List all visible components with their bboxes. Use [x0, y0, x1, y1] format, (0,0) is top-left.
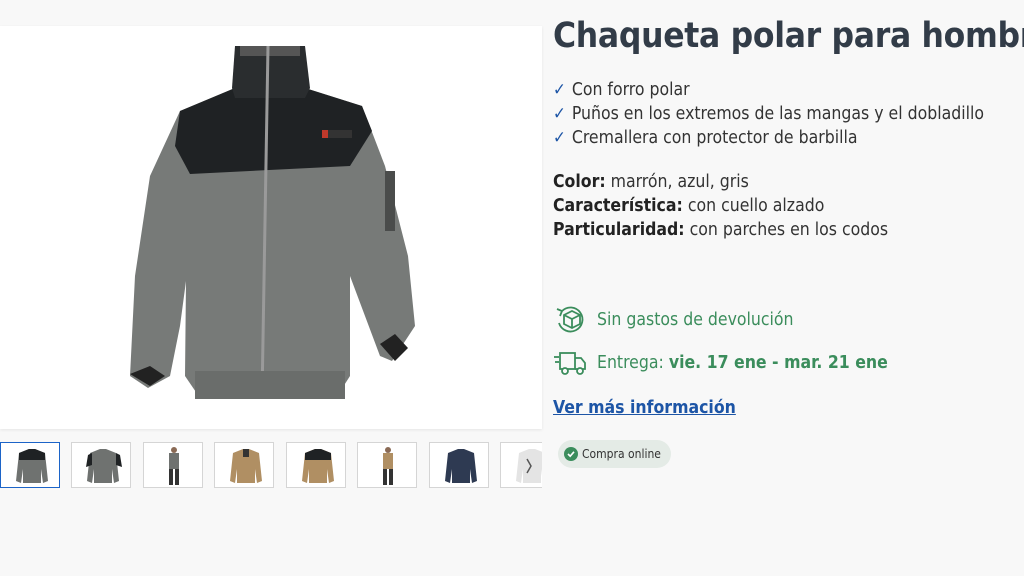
feature-item: ✓ Puños en los extremos de las mangas y e… — [553, 104, 984, 124]
delivery-label: Entrega: — [597, 353, 664, 373]
online-purchase-badge: Compra online — [558, 440, 671, 468]
feature-item: ✓ Con forro polar — [553, 80, 690, 100]
feature-list: ✓ Con forro polar ✓ Puños en los extremos … — [553, 78, 984, 150]
thumbnail-8[interactable] — [500, 442, 542, 488]
thumbnail-2[interactable] — [71, 442, 131, 488]
product-specs: Color: marrón, azul, gris Característica… — [553, 170, 888, 242]
spec-particularity: Particularidad: con parches en los codos — [553, 220, 889, 240]
product-main-image[interactable] — [0, 26, 542, 429]
badge-label: Compra online — [582, 447, 661, 461]
truck-icon — [554, 352, 586, 375]
thumbnail-3[interactable] — [143, 442, 203, 488]
thumbnail-4[interactable] — [214, 442, 274, 488]
thumbnail-6[interactable] — [357, 442, 417, 488]
spec-color: Color: marrón, azul, gris — [553, 172, 749, 192]
thumbnail-5[interactable] — [286, 442, 346, 488]
spec-feature: Característica: con cuello alzado — [553, 196, 825, 216]
feature-item: ✓ Cremallera con protector de barbilla — [553, 128, 858, 148]
thumbnail-1[interactable] — [0, 442, 60, 488]
check-icon: ✓ — [553, 80, 566, 100]
delivery-dates: vie. 17 ene - mar. 21 ene — [668, 353, 888, 373]
returns-text: Sin gastos de devolución — [597, 310, 794, 330]
box-return-icon — [556, 306, 584, 333]
check-icon: ✓ — [553, 104, 566, 124]
check-icon: ✓ — [553, 128, 566, 148]
product-title: Chaqueta polar para hombre — [553, 16, 1024, 56]
free-returns-info: Sin gastos de devolución — [553, 302, 794, 338]
check-circle-icon — [564, 447, 578, 461]
thumbnail-7[interactable] — [429, 442, 489, 488]
more-info-link[interactable]: Ver más información — [553, 398, 736, 418]
delivery-info: Entrega: vie. 17 ene - mar. 21 ene — [553, 345, 888, 381]
thumbnail-strip — [0, 442, 542, 490]
